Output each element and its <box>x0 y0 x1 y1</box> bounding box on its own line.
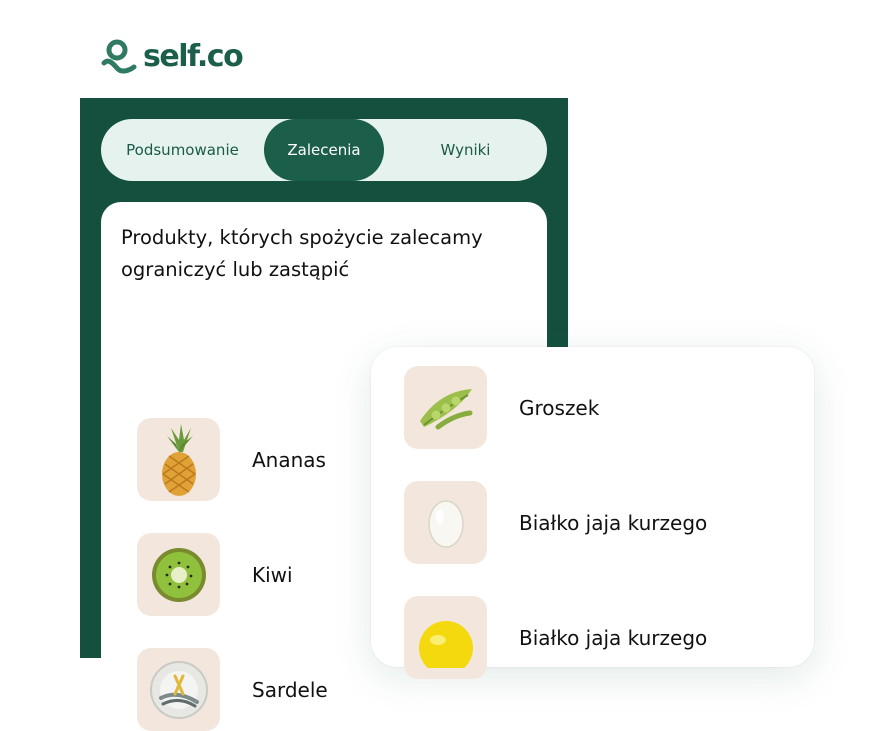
item-label: Kiwi <box>252 562 293 587</box>
brand-logo: self.co <box>101 38 244 74</box>
tab-wyniki[interactable]: Wyniki <box>384 119 547 181</box>
item-thumbnail <box>404 481 487 564</box>
item-label: Białko jaja kurzego <box>519 510 708 535</box>
item-thumbnail <box>137 418 220 501</box>
list-item[interactable]: Groszek <box>404 366 599 449</box>
brand-name: self.co <box>143 38 244 74</box>
item-label: Ananas <box>252 447 326 472</box>
egg-yolk-icon <box>418 620 473 668</box>
card-title: Produkty, których spożycie zalecamy ogra… <box>121 226 483 281</box>
anchovies-icon <box>149 660 208 719</box>
egg-white-icon <box>427 499 464 548</box>
tab-bar: Podsumowanie Zalecenia Wyniki <box>101 119 547 181</box>
tab-zalecenia[interactable]: Zalecenia <box>264 119 384 181</box>
item-thumbnail <box>137 533 220 616</box>
list-item[interactable]: Sardele <box>137 648 328 731</box>
item-thumbnail <box>404 596 487 679</box>
pea-pod-icon <box>419 388 472 429</box>
list-item[interactable]: Ananas <box>137 418 326 501</box>
list-item[interactable]: Białko jaja kurzego <box>404 481 707 564</box>
item-label: Białko jaja kurzego <box>519 625 708 650</box>
kiwi-icon <box>151 547 206 602</box>
tab-podsumowanie[interactable]: Podsumowanie <box>101 119 264 181</box>
list-item[interactable]: Białko jaja kurzego <box>404 596 707 679</box>
item-label: Sardele <box>252 677 328 702</box>
self-co-logo-icon <box>101 39 137 74</box>
list-item[interactable]: Kiwi <box>137 533 293 616</box>
item-label: Groszek <box>519 395 600 420</box>
products-popover-card: Groszek Białko jaja kurzego Białko jaja … <box>371 347 814 679</box>
item-thumbnail <box>404 366 487 449</box>
item-thumbnail <box>137 648 220 731</box>
pineapple-icon <box>161 423 196 496</box>
